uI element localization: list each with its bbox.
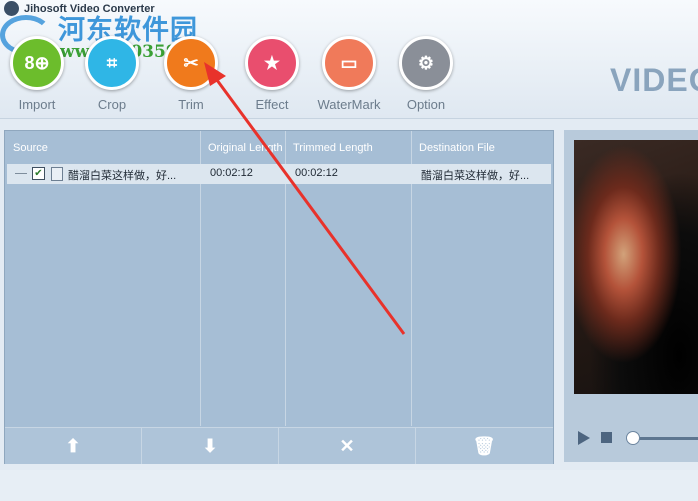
scissors-icon: ✂ bbox=[164, 36, 218, 90]
column-header-trimmed-length[interactable]: Trimmed Length bbox=[293, 142, 373, 154]
trim-button[interactable]: ✂ Trim bbox=[151, 36, 231, 112]
move-up-button[interactable]: ⬆ bbox=[5, 428, 142, 464]
remove-button[interactable]: ✕ bbox=[279, 428, 416, 464]
arrow-up-icon: ⬆ bbox=[65, 435, 81, 456]
video-preview bbox=[574, 140, 698, 394]
gear-icon: ⚙ bbox=[399, 36, 453, 90]
trim-label: Trim bbox=[178, 97, 204, 112]
close-icon: ✕ bbox=[339, 435, 355, 456]
original-length-cell: 00:02:12 bbox=[210, 167, 253, 179]
toolbar: Jihosoft Video Converter 河东软件园 www.pc035… bbox=[0, 0, 698, 119]
file-list-panel: Source Original Length Trimmed Length De… bbox=[4, 130, 554, 464]
effect-button[interactable]: ★ Effect bbox=[232, 36, 312, 112]
trash-icon: 🗑 bbox=[472, 435, 496, 456]
option-label: Option bbox=[406, 97, 446, 112]
app-logo-icon bbox=[4, 1, 19, 16]
import-label: Import bbox=[18, 97, 56, 112]
list-action-bar: ⬆ ⬇ ✕ 🗑 bbox=[5, 427, 553, 464]
move-down-button[interactable]: ⬇ bbox=[142, 428, 279, 464]
play-icon[interactable] bbox=[578, 431, 590, 445]
source-cell: 醋溜白菜这样做，好... bbox=[68, 170, 177, 182]
brand-title: VIDEO bbox=[610, 62, 698, 98]
trimmed-length-cell: 00:02:12 bbox=[295, 167, 338, 179]
column-header-source[interactable]: Source bbox=[13, 142, 48, 154]
destination-file-cell: 醋溜白菜这样做，好... bbox=[421, 170, 530, 182]
watermark-button[interactable]: ▭ WaterMark bbox=[309, 36, 389, 112]
seek-slider[interactable] bbox=[630, 437, 698, 440]
effect-label: Effect bbox=[255, 97, 289, 112]
row-checkbox[interactable]: ✔ bbox=[32, 167, 45, 180]
status-bar bbox=[0, 470, 698, 501]
monitor-star-icon: ★ bbox=[245, 36, 299, 90]
arrow-down-icon: ⬇ bbox=[202, 435, 218, 456]
column-header-destination-file[interactable]: Destination File bbox=[419, 142, 495, 154]
column-header-original-length[interactable]: Original Length bbox=[208, 142, 283, 154]
import-button[interactable]: 8⊕ Import bbox=[0, 36, 77, 112]
crop-button[interactable]: ⌗ Crop bbox=[72, 36, 152, 112]
preview-panel bbox=[564, 130, 698, 462]
crop-icon: ⌗ bbox=[85, 36, 139, 90]
watermark-icon: ▭ bbox=[322, 36, 376, 90]
table-row[interactable]: ✔ 醋溜白菜这样做，好... 00:02:12 00:02:12 醋溜白菜这样做… bbox=[7, 164, 551, 184]
seek-handle[interactable] bbox=[626, 431, 640, 445]
crop-label: Crop bbox=[97, 97, 127, 112]
clear-button[interactable]: 🗑 bbox=[416, 428, 552, 464]
watermark-label: WaterMark bbox=[317, 97, 381, 112]
film-icon bbox=[51, 167, 63, 181]
stop-icon[interactable] bbox=[601, 432, 612, 443]
option-button[interactable]: ⚙ Option bbox=[386, 36, 466, 112]
film-plus-icon: 8⊕ bbox=[10, 36, 64, 90]
tree-line bbox=[15, 173, 27, 174]
